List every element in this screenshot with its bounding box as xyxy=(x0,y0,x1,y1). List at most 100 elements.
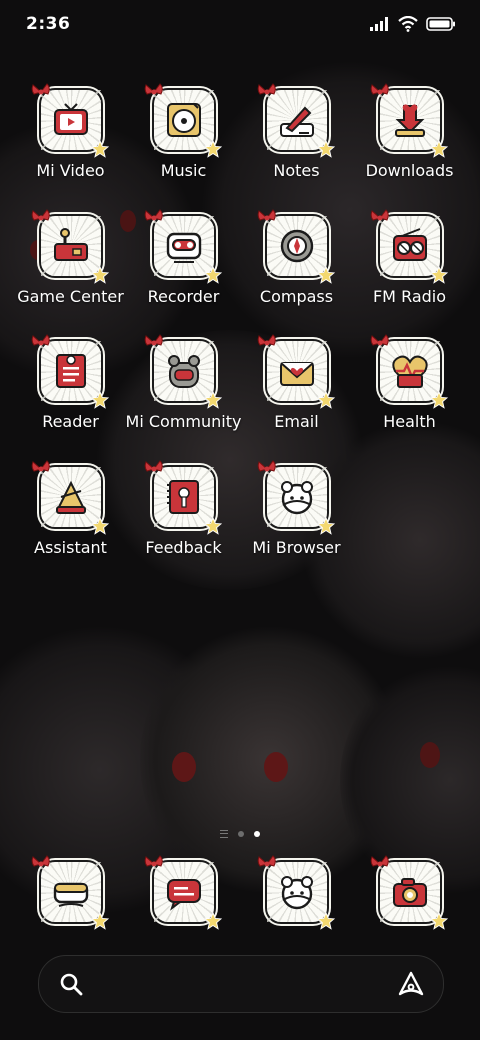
status-bar: 2:36 xyxy=(0,0,480,52)
page-dot-active[interactable] xyxy=(254,831,260,837)
star-icon xyxy=(316,911,335,930)
bow-icon xyxy=(257,854,277,874)
bow-icon xyxy=(370,333,390,353)
notes-icon xyxy=(279,106,314,137)
assistant-icon xyxy=(55,480,86,514)
star-icon xyxy=(203,265,222,284)
app-icon-tile[interactable] xyxy=(31,459,109,535)
feedback-icon xyxy=(166,479,199,514)
app-icon-tile[interactable] xyxy=(257,83,335,158)
bow-icon xyxy=(144,82,164,102)
page-indicator xyxy=(0,830,480,838)
app-assistant[interactable]: Assistant xyxy=(14,459,127,581)
app-mi-community[interactable]: Mi Community xyxy=(125,334,242,455)
app-compass[interactable]: Compass xyxy=(240,208,353,330)
app-notes[interactable]: Notes xyxy=(240,83,353,204)
star-icon xyxy=(429,139,448,158)
app-icon-tile[interactable] xyxy=(370,83,448,158)
app-mi-video[interactable]: Mi Video xyxy=(14,83,127,204)
star-icon xyxy=(90,390,109,409)
app-icon-tile[interactable] xyxy=(370,855,448,930)
app-label: FM Radio xyxy=(372,286,447,306)
dock-app-phone[interactable] xyxy=(14,855,127,936)
app-icon-tile[interactable] xyxy=(257,855,335,930)
star-icon xyxy=(90,516,109,535)
app-label: Assistant xyxy=(34,537,107,557)
app-icon-tile[interactable] xyxy=(31,855,109,930)
bow-icon xyxy=(144,333,164,353)
app-icon-tile[interactable] xyxy=(144,334,222,409)
star-icon xyxy=(429,390,448,409)
star-icon xyxy=(316,516,335,535)
app-label: Music xyxy=(160,161,207,180)
signal-icon xyxy=(370,17,388,31)
app-label: Mi Video xyxy=(36,161,105,180)
star-icon xyxy=(203,516,222,535)
app-icon-tile[interactable] xyxy=(370,208,448,284)
app-label: Health xyxy=(383,412,436,431)
messages-icon xyxy=(166,879,201,911)
page-dot[interactable] xyxy=(238,831,244,837)
app-icon-tile[interactable] xyxy=(144,459,222,535)
app-reader[interactable]: Reader xyxy=(14,334,127,455)
community-icon xyxy=(167,355,200,388)
app-health[interactable]: Health xyxy=(353,334,466,455)
app-icon-tile[interactable] xyxy=(257,334,335,409)
dock-app-browser[interactable] xyxy=(240,855,353,936)
bow-icon xyxy=(257,459,277,479)
bow-icon xyxy=(144,854,164,874)
app-fm-radio[interactable]: FM Radio xyxy=(353,208,466,330)
app-mi-browser[interactable]: Mi Browser xyxy=(240,459,353,581)
star-icon xyxy=(316,139,335,158)
recorder-icon xyxy=(166,232,201,263)
app-music[interactable]: Music xyxy=(127,83,240,204)
star-icon xyxy=(203,139,222,158)
app-icon-tile[interactable] xyxy=(31,208,109,284)
assistant-icon[interactable] xyxy=(397,970,425,998)
app-icon-tile[interactable] xyxy=(31,334,109,409)
app-label: Compass xyxy=(259,286,334,306)
dock xyxy=(14,855,466,936)
wifi-icon xyxy=(398,16,418,32)
dock-app-messages[interactable] xyxy=(127,855,240,936)
app-label: Recorder xyxy=(147,286,220,306)
search-bar[interactable] xyxy=(38,955,444,1013)
bow-icon xyxy=(370,82,390,102)
app-icon-tile[interactable] xyxy=(257,459,335,535)
dock-app-camera[interactable] xyxy=(353,855,466,936)
app-icon-tile[interactable] xyxy=(144,83,222,158)
bow-icon xyxy=(31,333,51,353)
app-label: Game Center xyxy=(17,286,124,306)
app-drawer-indicator[interactable] xyxy=(220,830,228,838)
bow-icon xyxy=(31,459,51,479)
app-game-center[interactable]: Game Center xyxy=(14,208,127,330)
star-icon xyxy=(90,911,109,930)
app-downloads[interactable]: Downloads xyxy=(353,83,466,204)
downloads-icon xyxy=(394,104,425,137)
app-icon-tile[interactable] xyxy=(257,208,335,284)
bow-icon xyxy=(257,82,277,102)
health-icon xyxy=(391,355,428,389)
star-icon xyxy=(203,390,222,409)
app-icon-tile[interactable] xyxy=(370,334,448,409)
app-email[interactable]: Email xyxy=(240,334,353,455)
app-recorder[interactable]: Recorder xyxy=(127,208,240,330)
bow-icon xyxy=(257,333,277,353)
app-label: Email xyxy=(274,412,319,431)
email-icon xyxy=(279,362,314,386)
app-label: Reader xyxy=(42,412,99,431)
app-label: Mi Community xyxy=(125,412,242,431)
app-feedback[interactable]: Feedback xyxy=(127,459,240,581)
battery-icon xyxy=(426,17,455,31)
bow-icon xyxy=(31,82,51,102)
star-icon xyxy=(316,265,335,284)
app-icon-tile[interactable] xyxy=(144,855,222,930)
bow-icon xyxy=(370,854,390,874)
app-icon-tile[interactable] xyxy=(144,208,222,284)
app-label: Mi Browser xyxy=(252,537,341,557)
app-label: Notes xyxy=(273,161,320,180)
star-icon xyxy=(429,911,448,930)
search-icon[interactable] xyxy=(59,972,83,996)
bow-icon xyxy=(144,208,164,228)
app-icon-tile[interactable] xyxy=(31,83,109,158)
